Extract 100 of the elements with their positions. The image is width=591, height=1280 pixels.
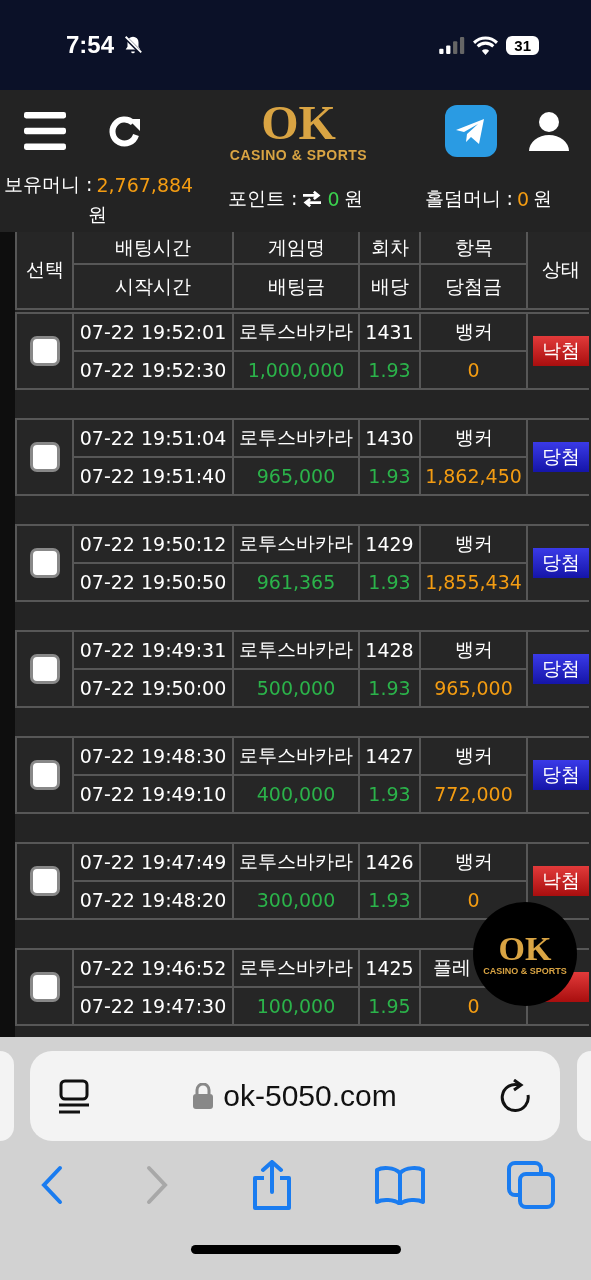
row-checkbox[interactable] <box>29 442 60 472</box>
row-checkbox[interactable] <box>29 760 60 790</box>
table-cell: 07-22 19:51:04 <box>74 420 232 456</box>
table-cell: 07-22 19:47:30 <box>74 988 232 1024</box>
balance-value: 2,767,884 <box>96 174 194 196</box>
table-cell: 07-22 19:52:30 <box>74 352 232 388</box>
balance-label: 포인트 : <box>228 186 298 211</box>
table-cell: 07-22 19:50:50 <box>74 564 232 600</box>
table-cell: 772,000 <box>421 776 526 812</box>
table-cell: 300,000 <box>234 882 358 918</box>
back-icon[interactable] <box>40 1165 64 1205</box>
table-cell: 로투스바카라 <box>234 950 358 986</box>
status-badge: 낙첨 <box>532 336 589 366</box>
table-cell: 07-22 19:48:20 <box>74 882 232 918</box>
lock-icon <box>193 1083 214 1109</box>
column-header: 회차 <box>360 232 419 263</box>
table-cell: 1.93 <box>360 352 419 388</box>
status-badge: 낙첨 <box>532 866 589 896</box>
url-text: ok-5050.com <box>223 1079 397 1113</box>
balance-value: 0 <box>327 188 340 210</box>
table-cell: 1,000,000 <box>234 352 358 388</box>
table-cell: 07-22 19:52:01 <box>74 314 232 350</box>
currency-unit: 원 <box>343 186 363 211</box>
bookmarks-icon[interactable] <box>373 1165 426 1205</box>
table-cell: 500,000 <box>234 670 358 706</box>
table-cell: 뱅커 <box>421 844 526 880</box>
exchange-icon <box>301 190 324 208</box>
column-header: 시작시간 <box>74 265 232 308</box>
table-cell: 로투스바카라 <box>234 632 358 668</box>
row-checkbox[interactable] <box>29 654 60 684</box>
table-cell: 1430 <box>360 420 419 456</box>
column-header: 당첨금 <box>421 265 526 308</box>
currency-unit: 원 <box>533 186 553 211</box>
table-cell: 1425 <box>360 950 419 986</box>
table-cell: 1,855,434 <box>421 564 526 600</box>
user-icon[interactable] <box>529 111 569 151</box>
column-header: 선택 <box>17 232 72 308</box>
row-checkbox[interactable] <box>29 548 60 578</box>
table-cell: 1429 <box>360 526 419 562</box>
table-cell: 로투스바카라 <box>234 420 358 456</box>
table-cell: 1.93 <box>360 564 419 600</box>
reader-icon <box>58 1078 90 1114</box>
balance-label: 보유머니 : <box>4 172 93 197</box>
table-cell: 07-22 19:51:40 <box>74 458 232 494</box>
table-cell: 0 <box>421 882 526 918</box>
table-cell: 1.93 <box>360 670 419 706</box>
column-header: 배팅금 <box>234 265 358 308</box>
table-cell: 07-22 19:49:10 <box>74 776 232 812</box>
menu-icon[interactable] <box>24 112 66 150</box>
address-bar[interactable]: ok-5050.com <box>30 1051 560 1141</box>
table-cell: 뱅커 <box>421 632 526 668</box>
table-cell: 965,000 <box>421 670 526 706</box>
wifi-icon <box>473 35 499 55</box>
table-cell: 1431 <box>360 314 419 350</box>
table-cell: 1.95 <box>360 988 419 1024</box>
table-cell: 07-22 19:50:00 <box>74 670 232 706</box>
table-cell: 뱅커 <box>421 526 526 562</box>
status-badge: 당첨 <box>532 760 589 790</box>
status-badge: 당첨 <box>532 654 589 684</box>
bell-slash-icon <box>122 34 145 56</box>
refresh-icon[interactable] <box>106 113 142 149</box>
table-cell: 07-22 19:49:31 <box>74 632 232 668</box>
table-cell: 1426 <box>360 844 419 880</box>
table-cell: 0 <box>421 352 526 388</box>
table-cell: 로투스바카라 <box>234 738 358 774</box>
table-cell: 07-22 19:50:12 <box>74 526 232 562</box>
column-header: 배팅시간 <box>74 232 232 263</box>
battery-level: 31 <box>506 35 539 55</box>
table-cell: 1.93 <box>360 882 419 918</box>
column-header: 상태 <box>528 232 591 308</box>
table-cell: 1427 <box>360 738 419 774</box>
share-icon[interactable] <box>250 1160 293 1210</box>
column-header: 게임명 <box>234 232 358 263</box>
tabs-icon[interactable] <box>507 1161 555 1209</box>
table-cell: 07-22 19:48:30 <box>74 738 232 774</box>
row-checkbox[interactable] <box>29 336 60 366</box>
column-header: 항목 <box>421 232 526 263</box>
table-cell: 뱅커 <box>421 738 526 774</box>
status-badge: 당첨 <box>532 548 589 578</box>
table-cell: 400,000 <box>234 776 358 812</box>
status-badge: 당첨 <box>532 442 589 472</box>
table-cell: 965,000 <box>234 458 358 494</box>
currency-unit: 원 <box>87 202 108 227</box>
telegram-icon[interactable] <box>445 105 497 157</box>
table-cell: 1.93 <box>360 776 419 812</box>
column-header: 배당 <box>360 265 419 308</box>
table-cell: 1,862,450 <box>421 458 526 494</box>
row-checkbox[interactable] <box>29 972 60 1002</box>
table-cell: 961,365 <box>234 564 358 600</box>
logo-title: OK <box>261 99 336 147</box>
row-checkbox[interactable] <box>29 866 60 896</box>
status-time: 7:54 <box>66 31 115 59</box>
table-cell: 1428 <box>360 632 419 668</box>
table-cell: 07-22 19:47:49 <box>74 844 232 880</box>
signal-icon <box>439 36 466 54</box>
table-cell: 로투스바카라 <box>234 844 358 880</box>
logo-subtitle: CASINO & SPORTS <box>229 147 368 163</box>
table-cell: 뱅커 <box>421 420 526 456</box>
reload-icon <box>500 1079 532 1113</box>
table-cell: 로투스바카라 <box>234 526 358 562</box>
